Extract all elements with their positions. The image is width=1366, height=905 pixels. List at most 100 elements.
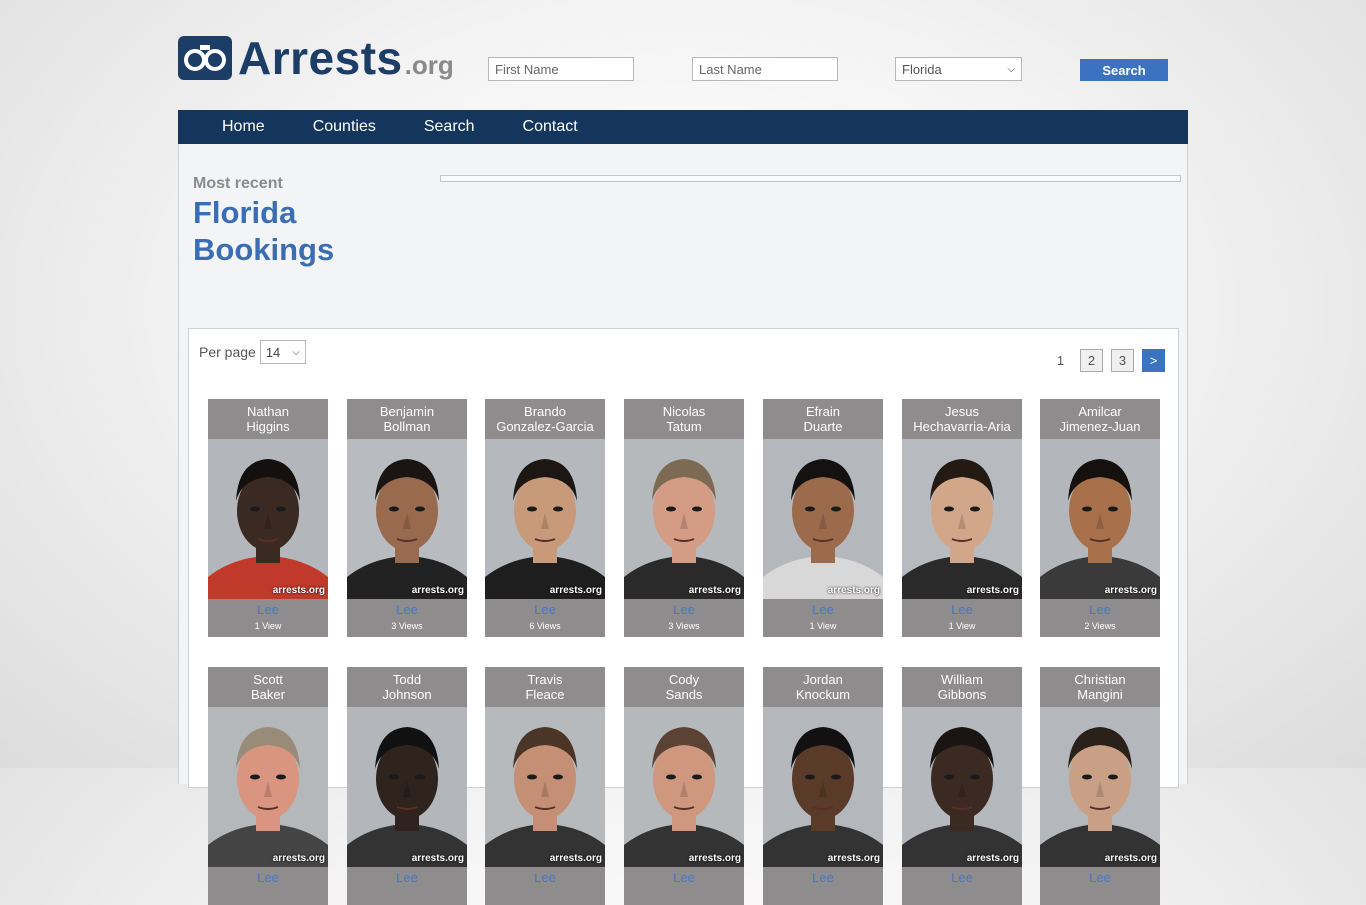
site-logo[interactable]: Arrests .org [178, 35, 454, 81]
per-page-label: Per page [199, 344, 256, 360]
county-link[interactable]: Lee [624, 600, 744, 620]
view-count: 1 View [948, 621, 976, 631]
inmate-card[interactable]: Benjamin Bollman arrests.org Lee 3 Views [347, 399, 467, 637]
inmate-first-name: Cody [668, 672, 700, 687]
content-panel: Most recent Florida Bookings Per page 14… [178, 144, 1188, 905]
county-link[interactable]: Lee [1040, 868, 1160, 888]
last-name-input[interactable] [692, 57, 838, 81]
county-link[interactable]: Lee [208, 868, 328, 888]
inmate-name[interactable]: Brando Gonzalez-Garcia [485, 399, 605, 439]
inmate-card[interactable]: Nicolas Tatum arrests.org Lee 3 Views [624, 399, 744, 637]
mugshot-image[interactable]: arrests.org [347, 707, 467, 867]
watermark: arrests.org [1104, 585, 1157, 596]
mugshot-image[interactable]: arrests.org [763, 439, 883, 599]
inmate-first-name: Benjamin [379, 404, 435, 419]
nav-contact[interactable]: Contact [499, 110, 602, 144]
inmate-card[interactable]: Nathan Higgins arrests.org Lee 1 View [208, 399, 328, 637]
nav-counties[interactable]: Counties [289, 110, 400, 144]
watermark: arrests.org [272, 585, 325, 596]
inmate-card[interactable]: Christian Mangini arrests.org Lee [1040, 667, 1160, 905]
inmate-name[interactable]: Christian Mangini [1040, 667, 1160, 707]
watermark: arrests.org [549, 585, 602, 596]
mugshot-image[interactable]: arrests.org [208, 439, 328, 599]
inmate-card[interactable]: Cody Sands arrests.org Lee [624, 667, 744, 905]
inmate-name[interactable]: Todd Johnson [347, 667, 467, 707]
inmate-first-name: Amilcar [1078, 404, 1122, 419]
search-button[interactable]: Search [1080, 59, 1168, 81]
mugshot-image[interactable]: arrests.org [624, 707, 744, 867]
inmate-name[interactable]: Benjamin Bollman [347, 399, 467, 439]
watermark: arrests.org [411, 853, 464, 864]
inmate-name[interactable]: Travis Fleace [485, 667, 605, 707]
mugshot-image[interactable]: arrests.org [763, 707, 883, 867]
watermark: arrests.org [549, 853, 602, 864]
county-link[interactable]: Lee [347, 600, 467, 620]
county-link[interactable]: Lee [763, 600, 883, 620]
inmate-name[interactable]: Nicolas Tatum [624, 399, 744, 439]
inmate-card[interactable]: Scott Baker arrests.org Lee [208, 667, 328, 905]
inmate-first-name: Efrain [806, 404, 840, 419]
page-next-button[interactable]: > [1142, 349, 1165, 372]
mugshot-image[interactable]: arrests.org [902, 439, 1022, 599]
mugshot-image[interactable]: arrests.org [485, 707, 605, 867]
county-link[interactable]: Lee [624, 868, 744, 888]
inmate-card[interactable]: Efrain Duarte arrests.org Lee 1 View [763, 399, 883, 637]
mugshot-image[interactable]: arrests.org [1040, 707, 1160, 867]
inmate-card[interactable]: William Gibbons arrests.org Lee [902, 667, 1022, 905]
inmate-first-name: Jesus [945, 404, 979, 419]
county-link[interactable]: Lee [1040, 600, 1160, 620]
inmate-card[interactable]: Brando Gonzalez-Garcia arrests.org Lee 6 Vie… [485, 399, 605, 637]
county-link[interactable]: Lee [763, 868, 883, 888]
inmate-first-name: Christian [1074, 672, 1126, 687]
inmate-name[interactable]: Jesus Hechavarria-Aria [902, 399, 1022, 439]
page-link-2[interactable]: 2 [1080, 349, 1103, 372]
inmate-card[interactable]: Jesus Hechavarria-Aria arrests.org Lee 1 Vie… [902, 399, 1022, 637]
inmate-last-name: Fleace [525, 687, 565, 702]
nav-search[interactable]: Search [400, 110, 499, 144]
inmate-name[interactable]: Nathan Higgins [208, 399, 328, 439]
watermark: arrests.org [411, 585, 464, 596]
page-title: Florida Bookings [193, 194, 413, 268]
inmate-name[interactable]: Cody Sands [624, 667, 744, 707]
inmate-last-name: Knockum [795, 687, 851, 702]
inmate-card[interactable]: Jordan Knockum arrests.org Lee [763, 667, 883, 905]
per-page-select[interactable]: 14 ⌵ [259, 340, 306, 364]
inmate-name[interactable]: William Gibbons [902, 667, 1022, 707]
mugshot-image[interactable]: arrests.org [347, 439, 467, 599]
handcuffs-icon [178, 36, 232, 80]
mugshot-image[interactable]: arrests.org [1040, 439, 1160, 599]
inmate-name[interactable]: Amilcar Jimenez-Juan [1040, 399, 1160, 439]
watermark: arrests.org [272, 853, 325, 864]
mugshot-image[interactable]: arrests.org [902, 707, 1022, 867]
mugshot-image[interactable]: arrests.org [208, 707, 328, 867]
view-count: 1 View [254, 621, 282, 631]
inmate-last-name: Gonzalez-Garcia [496, 419, 594, 434]
inmate-name[interactable]: Efrain Duarte [763, 399, 883, 439]
inmate-card[interactable]: Travis Fleace arrests.org Lee [485, 667, 605, 905]
state-select[interactable]: Florida ⌵ [895, 57, 1022, 81]
page-title-line1: Florida [193, 195, 297, 230]
county-link[interactable]: Lee [902, 600, 1022, 620]
county-link[interactable]: Lee [485, 600, 605, 620]
inmate-name[interactable]: Scott Baker [208, 667, 328, 707]
inmate-card[interactable]: Todd Johnson arrests.org Lee [347, 667, 467, 905]
page-current: 1 [1056, 353, 1065, 368]
county-link[interactable]: Lee [485, 868, 605, 888]
page-link-3[interactable]: 3 [1111, 349, 1134, 372]
watermark: arrests.org [688, 853, 741, 864]
mugshot-image[interactable]: arrests.org [485, 439, 605, 599]
county-link[interactable]: Lee [208, 600, 328, 620]
view-count: 1 View [809, 621, 837, 631]
inmate-name[interactable]: Jordan Knockum [763, 667, 883, 707]
first-name-input[interactable] [488, 57, 634, 81]
inmate-last-name: Duarte [803, 419, 843, 434]
inmate-card[interactable]: Amilcar Jimenez-Juan arrests.org Lee 2 Views [1040, 399, 1160, 637]
results-box: Per page 14 ⌵ 1 2 3 > Nathan Higgins arres… [188, 328, 1179, 905]
watermark: arrests.org [827, 585, 880, 596]
mugshot-image[interactable]: arrests.org [624, 439, 744, 599]
county-link[interactable]: Lee [902, 868, 1022, 888]
nav-home[interactable]: Home [178, 110, 289, 144]
watermark: arrests.org [1104, 853, 1157, 864]
county-link[interactable]: Lee [347, 868, 467, 888]
inmate-first-name: Todd [392, 672, 422, 687]
